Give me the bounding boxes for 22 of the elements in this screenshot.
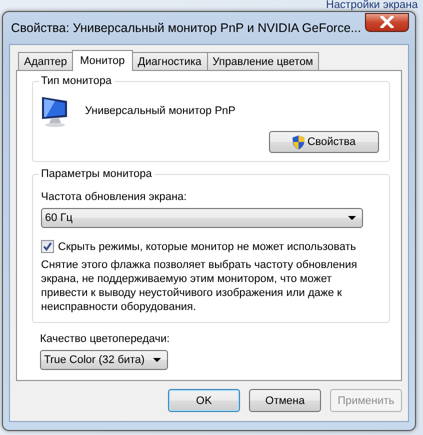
monitor-name: Универсальный монитор PnP	[85, 105, 236, 117]
shield-icon	[292, 134, 306, 150]
color-quality-dropdown[interactable]: True Color (32 бита)	[40, 350, 168, 370]
group-heading: Тип монитора	[39, 75, 114, 87]
properties-button[interactable]: Свойства	[269, 131, 379, 153]
background-window-title: Настройки экрана	[326, 0, 418, 11]
tab[interactable]: Адаптер	[18, 52, 73, 70]
tab[interactable]: Управление цветом	[206, 52, 320, 70]
checkbox-label: Скрыть режимы, которые монитор не может использовать	[58, 240, 356, 252]
tab[interactable]: Диагностика	[132, 52, 208, 70]
color-quality-label: Качество цветопередачи:	[40, 333, 171, 345]
window-title: Свойства: Универсальный монитор PnP и NVIDIA GeForce...	[10, 21, 362, 35]
warning-text: Снятие этого флажка позволяет выбрать частоту обновления экрана, не поддерживаемую этим монитором, что может привести к выводу неустойчивого изображения или даже к неисправности оборудования.	[41, 258, 358, 314]
refresh-rate-label: Частота обновления экрана:	[41, 191, 188, 203]
dialog-button[interactable]: Отмена	[249, 389, 321, 412]
refresh-rate-dropdown[interactable]: 60 Гц	[41, 208, 363, 228]
checkbox[interactable]	[41, 240, 54, 253]
group-heading: Параметры монитора	[39, 168, 154, 180]
tab[interactable]: Монитор	[72, 50, 133, 71]
dialog-button[interactable]: OK	[168, 389, 240, 412]
close-button[interactable]	[365, 12, 409, 32]
close-icon	[380, 16, 394, 28]
